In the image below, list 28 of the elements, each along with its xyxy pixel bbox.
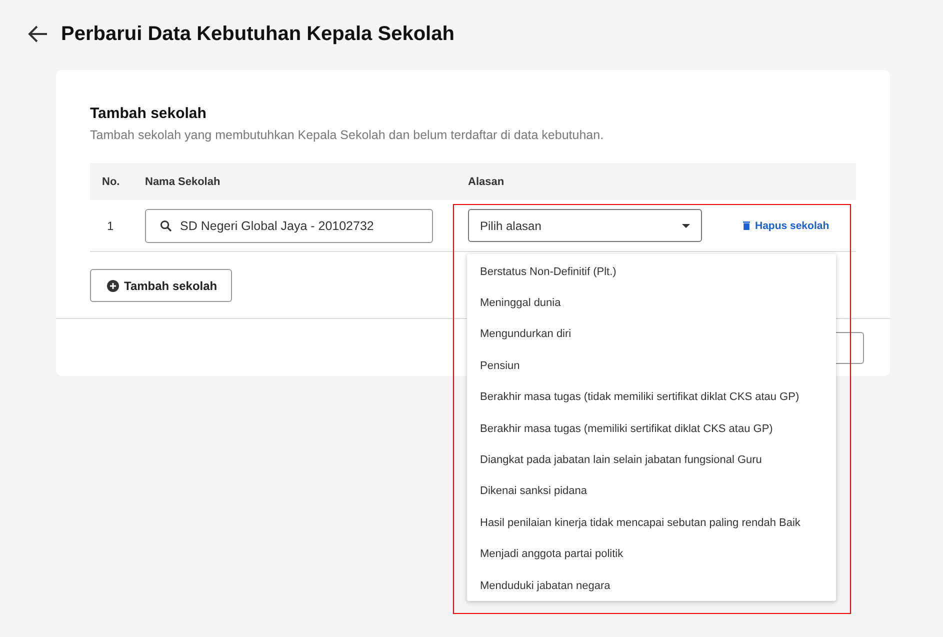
back-arrow-icon[interactable] — [28, 25, 48, 43]
dropdown-option[interactable]: Meninggal dunia — [467, 287, 836, 319]
reason-select[interactable]: Pilih alasan — [468, 209, 702, 242]
plus-circle-icon — [107, 280, 119, 292]
search-icon — [160, 220, 172, 232]
dropdown-option[interactable]: Mengundurkan diri — [467, 318, 836, 350]
section-description: Tambah sekolah yang membutuhkan Kepala Sekolah dan belum terdaftar di data kebutuhan. — [90, 128, 605, 142]
dropdown-option[interactable]: Menduduki jabatan negara — [467, 570, 836, 602]
dropdown-option[interactable]: Berstatus Non-Definitif (Plt.) — [467, 256, 836, 288]
caret-icon — [682, 224, 690, 228]
dropdown-option[interactable]: Berakhir masa tugas (tidak memiliki sertifikat diklat CKS atau GP) — [467, 382, 836, 413]
school-value: SD Negeri Global Jaya - 20102732 — [180, 218, 374, 232]
dropdown-option[interactable]: Berakhir masa tugas (memiliki sertifikat diklat CKS atau GP) — [467, 412, 836, 444]
delete-school-link[interactable]: Hapus sekolah — [743, 220, 830, 232]
row-number: 1 — [106, 218, 115, 232]
school-search-field[interactable]: SD Negeri Global Jaya - 20102732 — [145, 208, 433, 242]
section-title: Tambah sekolah — [90, 105, 208, 122]
column-header: No. — [101, 176, 121, 188]
column-header: Alasan — [468, 176, 506, 188]
dropdown-option[interactable]: Pensiun — [467, 350, 836, 382]
dropdown-option[interactable]: Menjadi anggota partai politik — [467, 538, 836, 570]
add-school-button[interactable]: Tambah sekolah — [90, 269, 232, 302]
dropdown-option[interactable]: Diangkat pada jabatan lain selain jabatan fungsional Guru — [467, 444, 836, 476]
trash-icon — [743, 221, 750, 230]
dropdown-option[interactable]: Dikenai sanksi pidana — [467, 476, 836, 508]
page-title: Perbarui Data Kebutuhan Kepala Sekolah — [61, 22, 454, 46]
dropdown-option[interactable]: Hasil penilaian kinerja tidak mencapai sebutan paling rendah Baik — [467, 507, 836, 539]
column-header: Nama Sekolah — [145, 176, 222, 188]
